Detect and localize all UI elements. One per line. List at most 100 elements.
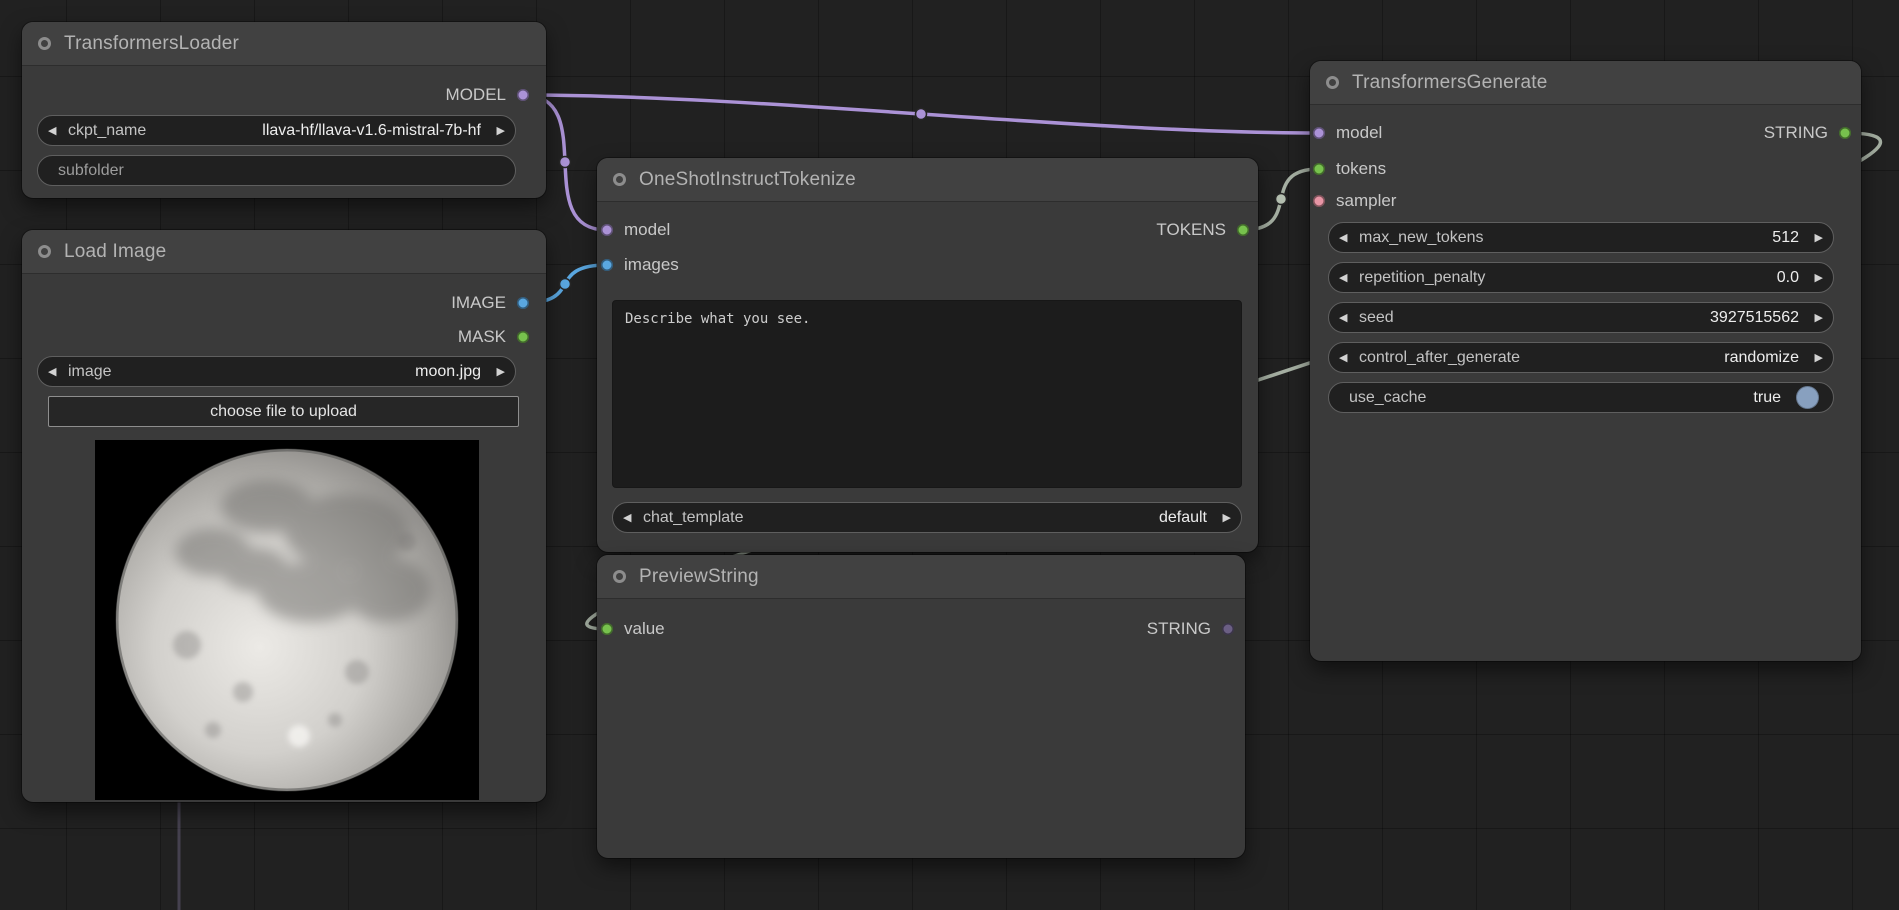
widget-image[interactable]: ◀ image moon.jpg ▶ xyxy=(37,356,516,387)
input-slot-model[interactable]: model xyxy=(1313,116,1382,150)
increment-arrow-icon[interactable]: ▶ xyxy=(1805,231,1823,244)
widget-label: control_after_generate xyxy=(1359,349,1520,367)
input-slot-model[interactable]: model xyxy=(601,213,670,247)
widget-control-after-generate[interactable]: ◀ control_after_generate randomize ▶ xyxy=(1328,342,1834,373)
input-slot-tokens[interactable]: tokens xyxy=(1313,152,1386,186)
collapse-dot-icon[interactable] xyxy=(38,245,51,258)
increment-arrow-icon[interactable]: ▶ xyxy=(487,124,505,137)
output-slot-mask[interactable]: MASK xyxy=(458,320,529,354)
node-title-bar[interactable]: OneShotInstructTokenize xyxy=(597,158,1258,202)
widget-value: 512 xyxy=(1484,229,1799,247)
decrement-arrow-icon[interactable]: ◀ xyxy=(1339,351,1357,364)
node-preview-string[interactable]: PreviewString value STRING xyxy=(597,555,1245,858)
node-title: OneShotInstructTokenize xyxy=(639,169,856,191)
graph-canvas[interactable]: TransformersLoader MODEL ◀ ckpt_name lla… xyxy=(0,0,1899,910)
node-title-bar[interactable]: PreviewString xyxy=(597,555,1245,599)
increment-arrow-icon[interactable]: ▶ xyxy=(1213,511,1231,524)
wire-midpoint-dot[interactable] xyxy=(560,157,571,168)
output-dot-tokens[interactable] xyxy=(1237,224,1249,236)
increment-arrow-icon[interactable]: ▶ xyxy=(1805,271,1823,284)
slot-label: MODEL xyxy=(446,85,506,105)
output-dot-string[interactable] xyxy=(1839,127,1851,139)
widget-value: randomize xyxy=(1520,349,1799,367)
input-slot-value[interactable]: value xyxy=(601,612,665,646)
output-dot-string[interactable] xyxy=(1222,623,1234,635)
widget-label: image xyxy=(68,363,112,381)
output-slot-string[interactable]: STRING xyxy=(1764,116,1851,150)
widget-label: seed xyxy=(1359,309,1394,327)
output-slot-image[interactable]: IMAGE xyxy=(451,286,529,320)
slot-label: MASK xyxy=(458,327,506,347)
slot-label: STRING xyxy=(1147,619,1211,639)
slot-label: tokens xyxy=(1336,159,1386,179)
input-dot-images[interactable] xyxy=(601,259,613,271)
widget-label: use_cache xyxy=(1349,389,1426,407)
input-dot-model[interactable] xyxy=(1313,127,1325,139)
decrement-arrow-icon[interactable]: ◀ xyxy=(1339,231,1357,244)
node-title: TransformersLoader xyxy=(64,33,239,55)
widget-value: 0.0 xyxy=(1485,269,1799,287)
decrement-arrow-icon[interactable]: ◀ xyxy=(48,365,66,378)
input-dot-model[interactable] xyxy=(601,224,613,236)
node-title-bar[interactable]: Load Image xyxy=(22,230,546,274)
decrement-arrow-icon[interactable]: ◀ xyxy=(1339,311,1357,324)
output-slot-model[interactable]: MODEL xyxy=(446,78,529,112)
input-dot-sampler[interactable] xyxy=(1313,195,1325,207)
slot-label: STRING xyxy=(1764,123,1828,143)
prompt-textarea[interactable]: Describe what you see. xyxy=(612,300,1242,488)
node-load-image[interactable]: Load Image IMAGE MASK ◀ image moon.jpg ▶… xyxy=(22,230,546,802)
widget-label: subfolder xyxy=(58,162,124,180)
wire-midpoint-dot[interactable] xyxy=(560,279,571,290)
slot-label: value xyxy=(624,619,665,639)
collapse-dot-icon[interactable] xyxy=(613,173,626,186)
output-dot-model[interactable] xyxy=(517,89,529,101)
wire-midpoint-dot[interactable] xyxy=(1276,194,1287,205)
slot-label: model xyxy=(624,220,670,240)
input-slot-sampler[interactable]: sampler xyxy=(1313,184,1396,218)
input-dot-value[interactable] xyxy=(601,623,613,635)
upload-file-button[interactable]: choose file to upload xyxy=(48,396,519,427)
widget-chat-template[interactable]: ◀ chat_template default ▶ xyxy=(612,502,1242,533)
node-title: PreviewString xyxy=(639,566,759,588)
output-dot-image[interactable] xyxy=(517,297,529,309)
node-title: TransformersGenerate xyxy=(1352,72,1547,94)
wire-midpoint-dot[interactable] xyxy=(916,109,927,120)
slot-label: model xyxy=(1336,123,1382,143)
collapse-dot-icon[interactable] xyxy=(38,37,51,50)
node-transformers-generate[interactable]: TransformersGenerate model tokens sample… xyxy=(1310,61,1861,661)
widget-repetition-penalty[interactable]: ◀ repetition_penalty 0.0 ▶ xyxy=(1328,262,1834,293)
widget-max-new-tokens[interactable]: ◀ max_new_tokens 512 ▶ xyxy=(1328,222,1834,253)
output-slot-string[interactable]: STRING xyxy=(1147,612,1234,646)
node-transformers-loader[interactable]: TransformersLoader MODEL ◀ ckpt_name lla… xyxy=(22,22,546,198)
moon-image xyxy=(95,440,479,800)
decrement-arrow-icon[interactable]: ◀ xyxy=(48,124,66,137)
node-oneshot-instruct-tokenize[interactable]: OneShotInstructTokenize model images TOK… xyxy=(597,158,1258,552)
collapse-dot-icon[interactable] xyxy=(1326,76,1339,89)
slot-label: images xyxy=(624,255,679,275)
widget-subfolder[interactable]: subfolder xyxy=(37,155,516,186)
increment-arrow-icon[interactable]: ▶ xyxy=(1805,351,1823,364)
decrement-arrow-icon[interactable]: ◀ xyxy=(1339,271,1357,284)
node-title-bar[interactable]: TransformersLoader xyxy=(22,22,546,66)
widget-label: repetition_penalty xyxy=(1359,269,1485,287)
input-dot-tokens[interactable] xyxy=(1313,163,1325,175)
widget-label: chat_template xyxy=(643,509,744,527)
widget-use-cache[interactable]: use_cache true xyxy=(1328,382,1834,413)
widget-label: ckpt_name xyxy=(68,122,146,140)
widget-ckpt-name[interactable]: ◀ ckpt_name llava-hf/llava-v1.6-mistral-… xyxy=(37,115,516,146)
node-title-bar[interactable]: TransformersGenerate xyxy=(1310,61,1861,105)
widget-value: default xyxy=(744,509,1207,527)
widget-seed[interactable]: ◀ seed 3927515562 ▶ xyxy=(1328,302,1834,333)
input-slot-images[interactable]: images xyxy=(601,248,679,282)
output-slot-tokens[interactable]: TOKENS xyxy=(1156,213,1249,247)
node-title: Load Image xyxy=(64,241,166,263)
increment-arrow-icon[interactable]: ▶ xyxy=(1805,311,1823,324)
increment-arrow-icon[interactable]: ▶ xyxy=(487,365,505,378)
collapse-dot-icon[interactable] xyxy=(613,570,626,583)
widget-value: 3927515562 xyxy=(1394,309,1799,327)
output-dot-mask[interactable] xyxy=(517,331,529,343)
widget-value: moon.jpg xyxy=(112,363,481,381)
toggle-on-icon[interactable] xyxy=(1796,386,1819,409)
widget-value: llava-hf/llava-v1.6-mistral-7b-hf xyxy=(146,122,481,140)
decrement-arrow-icon[interactable]: ◀ xyxy=(623,511,641,524)
